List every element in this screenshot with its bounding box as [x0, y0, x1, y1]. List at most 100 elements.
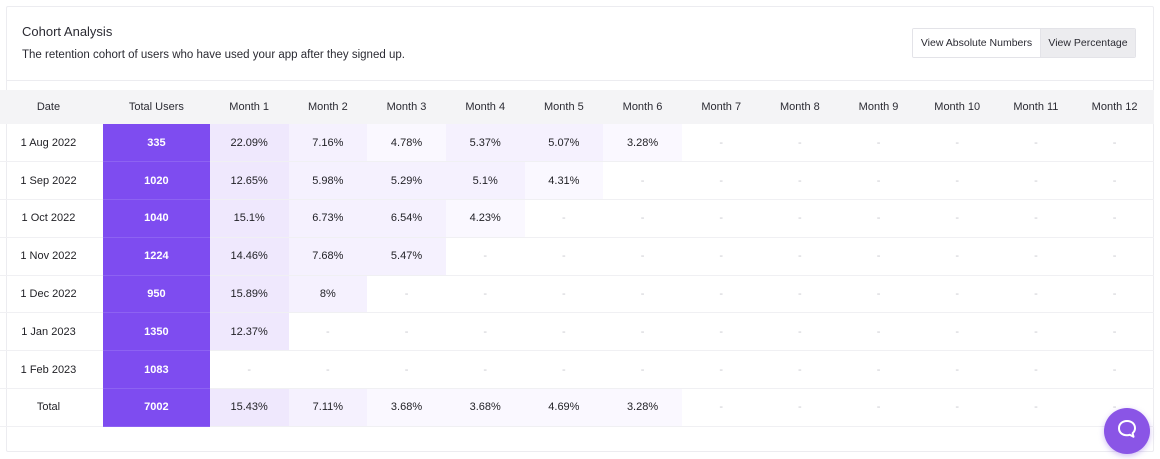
retention-cell: -: [603, 350, 682, 390]
table-header-row: Date Total Users Month 1 Month 2 Month 3 Mont…: [0, 90, 1154, 124]
retention-cell: -: [1075, 124, 1154, 163]
retention-cell: -: [839, 312, 918, 352]
retention-cell: -: [445, 350, 525, 390]
retention-cell: -: [996, 199, 1076, 238]
retention-cell: 5.29%: [367, 161, 446, 201]
chat-button[interactable]: [1104, 408, 1150, 454]
retention-cell: -: [445, 312, 525, 352]
total-row: Total 7002 15.43% 7.11% 3.68% 3.68% 4.69% 3.28%…: [0, 388, 1154, 427]
retention-cell: -: [367, 275, 446, 314]
retention-cell: -: [839, 350, 918, 390]
total-users-cell: 1040: [102, 199, 210, 238]
table-row: 1 Feb 2023 1083- - - - - - - - - - - -: [0, 350, 1154, 390]
retention-cell: -: [288, 350, 368, 390]
column-header: Month 5: [524, 90, 604, 124]
view-absolute-numbers-button[interactable]: View Absolute Numbers: [913, 29, 1041, 57]
retention-cell: -: [603, 312, 682, 352]
retention-cell: 3.28%: [603, 388, 682, 427]
retention-cell: 6.54%: [367, 199, 446, 238]
retention-cell: -: [681, 388, 761, 427]
retention-cell: 5.07%: [524, 124, 604, 163]
cohort-date-cell: 1 Sep 2022: [0, 161, 103, 201]
retention-cell: -: [917, 350, 997, 390]
retention-cell: -: [681, 199, 761, 238]
retention-cell: -: [367, 312, 446, 352]
retention-cell: -: [760, 350, 840, 390]
chat-bubble-icon: [1116, 418, 1138, 445]
retention-cell: 5.37%: [445, 124, 525, 163]
cohort-date-cell: 1 Nov 2022: [0, 237, 103, 276]
retention-cell: -: [524, 199, 604, 238]
column-header: Month 9: [839, 90, 918, 124]
total-users-cell: 1350: [102, 312, 210, 352]
column-header: Date: [0, 90, 103, 124]
column-header: Month 8: [760, 90, 840, 124]
retention-cell: -: [1075, 199, 1154, 238]
retention-cell: 3.28%: [603, 124, 682, 163]
column-header: Month 10: [917, 90, 997, 124]
retention-cell: -: [760, 161, 840, 201]
column-header: Month 7: [681, 90, 761, 124]
retention-cell: -: [1075, 350, 1154, 390]
table-body: 1 Aug 2022 335 22.09% 7.16% 4.78% 5.37% 5.07% 3…: [0, 124, 1154, 427]
retention-cell: -: [839, 275, 918, 314]
retention-cell: 12.37%: [209, 312, 289, 352]
card-header: Cohort Analysis The retention cohort of …: [7, 7, 1153, 81]
retention-cell: -: [996, 124, 1076, 163]
retention-cell: -: [1075, 275, 1154, 314]
cohort-date-cell: Total: [0, 388, 103, 427]
retention-cell: 4.31%: [524, 161, 604, 201]
retention-cell: -: [760, 237, 840, 276]
cohort-date-cell: 1 Dec 2022: [0, 275, 103, 314]
retention-cell: 3.68%: [445, 388, 525, 427]
retention-cell: 14.46%: [209, 237, 289, 276]
retention-cell: -: [524, 237, 604, 276]
cohort-date-cell: 1 Aug 2022: [0, 124, 103, 163]
retention-cell: 7.68%: [288, 237, 368, 276]
table-row: 1 Sep 2022 1020 12.65% 5.98% 5.29% 5.1% 4.31% -…: [0, 161, 1154, 201]
retention-cell: 5.1%: [445, 161, 525, 201]
retention-cell: -: [603, 161, 682, 201]
retention-cell: 3.68%: [367, 388, 446, 427]
total-users-cell: 7002: [102, 388, 210, 427]
cohort-date-cell: 1 Jan 2023: [0, 312, 103, 352]
retention-cell: -: [681, 275, 761, 314]
page-title: Cohort Analysis: [22, 24, 113, 39]
table-row: 1 Oct 2022 1040 15.1% 6.73% 6.54% 4.23% - - - - - -…: [0, 199, 1154, 238]
view-percentage-button[interactable]: View Percentage: [1041, 29, 1135, 57]
retention-cell: 7.11%: [288, 388, 368, 427]
retention-cell: -: [839, 161, 918, 201]
retention-cell: -: [917, 199, 997, 238]
retention-cell: -: [760, 388, 840, 427]
view-mode-toggle: View Absolute Numbers View Percentage: [912, 28, 1136, 58]
table-row: 1 Aug 2022 335 22.09% 7.16% 4.78% 5.37% 5.07% 3…: [0, 124, 1154, 163]
retention-cell: -: [681, 237, 761, 276]
retention-cell: 7.16%: [288, 124, 368, 163]
retention-cell: 22.09%: [209, 124, 289, 163]
column-header: Month 3: [367, 90, 446, 124]
retention-cell: 15.1%: [209, 199, 289, 238]
retention-cell: -: [996, 237, 1076, 276]
retention-cell: -: [760, 199, 840, 238]
cohort-date-cell: 1 Oct 2022: [0, 199, 103, 238]
retention-cell: -: [524, 350, 604, 390]
page-subtitle: The retention cohort of users who have u…: [22, 49, 405, 61]
retention-cell: -: [917, 275, 997, 314]
retention-cell: -: [603, 275, 682, 314]
retention-cell: -: [839, 124, 918, 163]
retention-cell: -: [760, 312, 840, 352]
retention-cell: 4.78%: [367, 124, 446, 163]
column-header: Month 1: [209, 90, 289, 124]
column-header: Total Users: [102, 90, 210, 124]
retention-cell: -: [996, 350, 1076, 390]
retention-cell: 6.73%: [288, 199, 368, 238]
total-users-cell: 335: [102, 124, 210, 163]
retention-cell: 8%: [288, 275, 368, 314]
retention-cell: -: [996, 161, 1076, 201]
retention-cell: -: [524, 312, 604, 352]
retention-cell: 4.69%: [524, 388, 604, 427]
retention-cell: 4.23%: [445, 199, 525, 238]
column-header: Month 12: [1075, 90, 1154, 124]
total-users-cell: 1020: [102, 161, 210, 201]
column-header: Month 2: [288, 90, 368, 124]
